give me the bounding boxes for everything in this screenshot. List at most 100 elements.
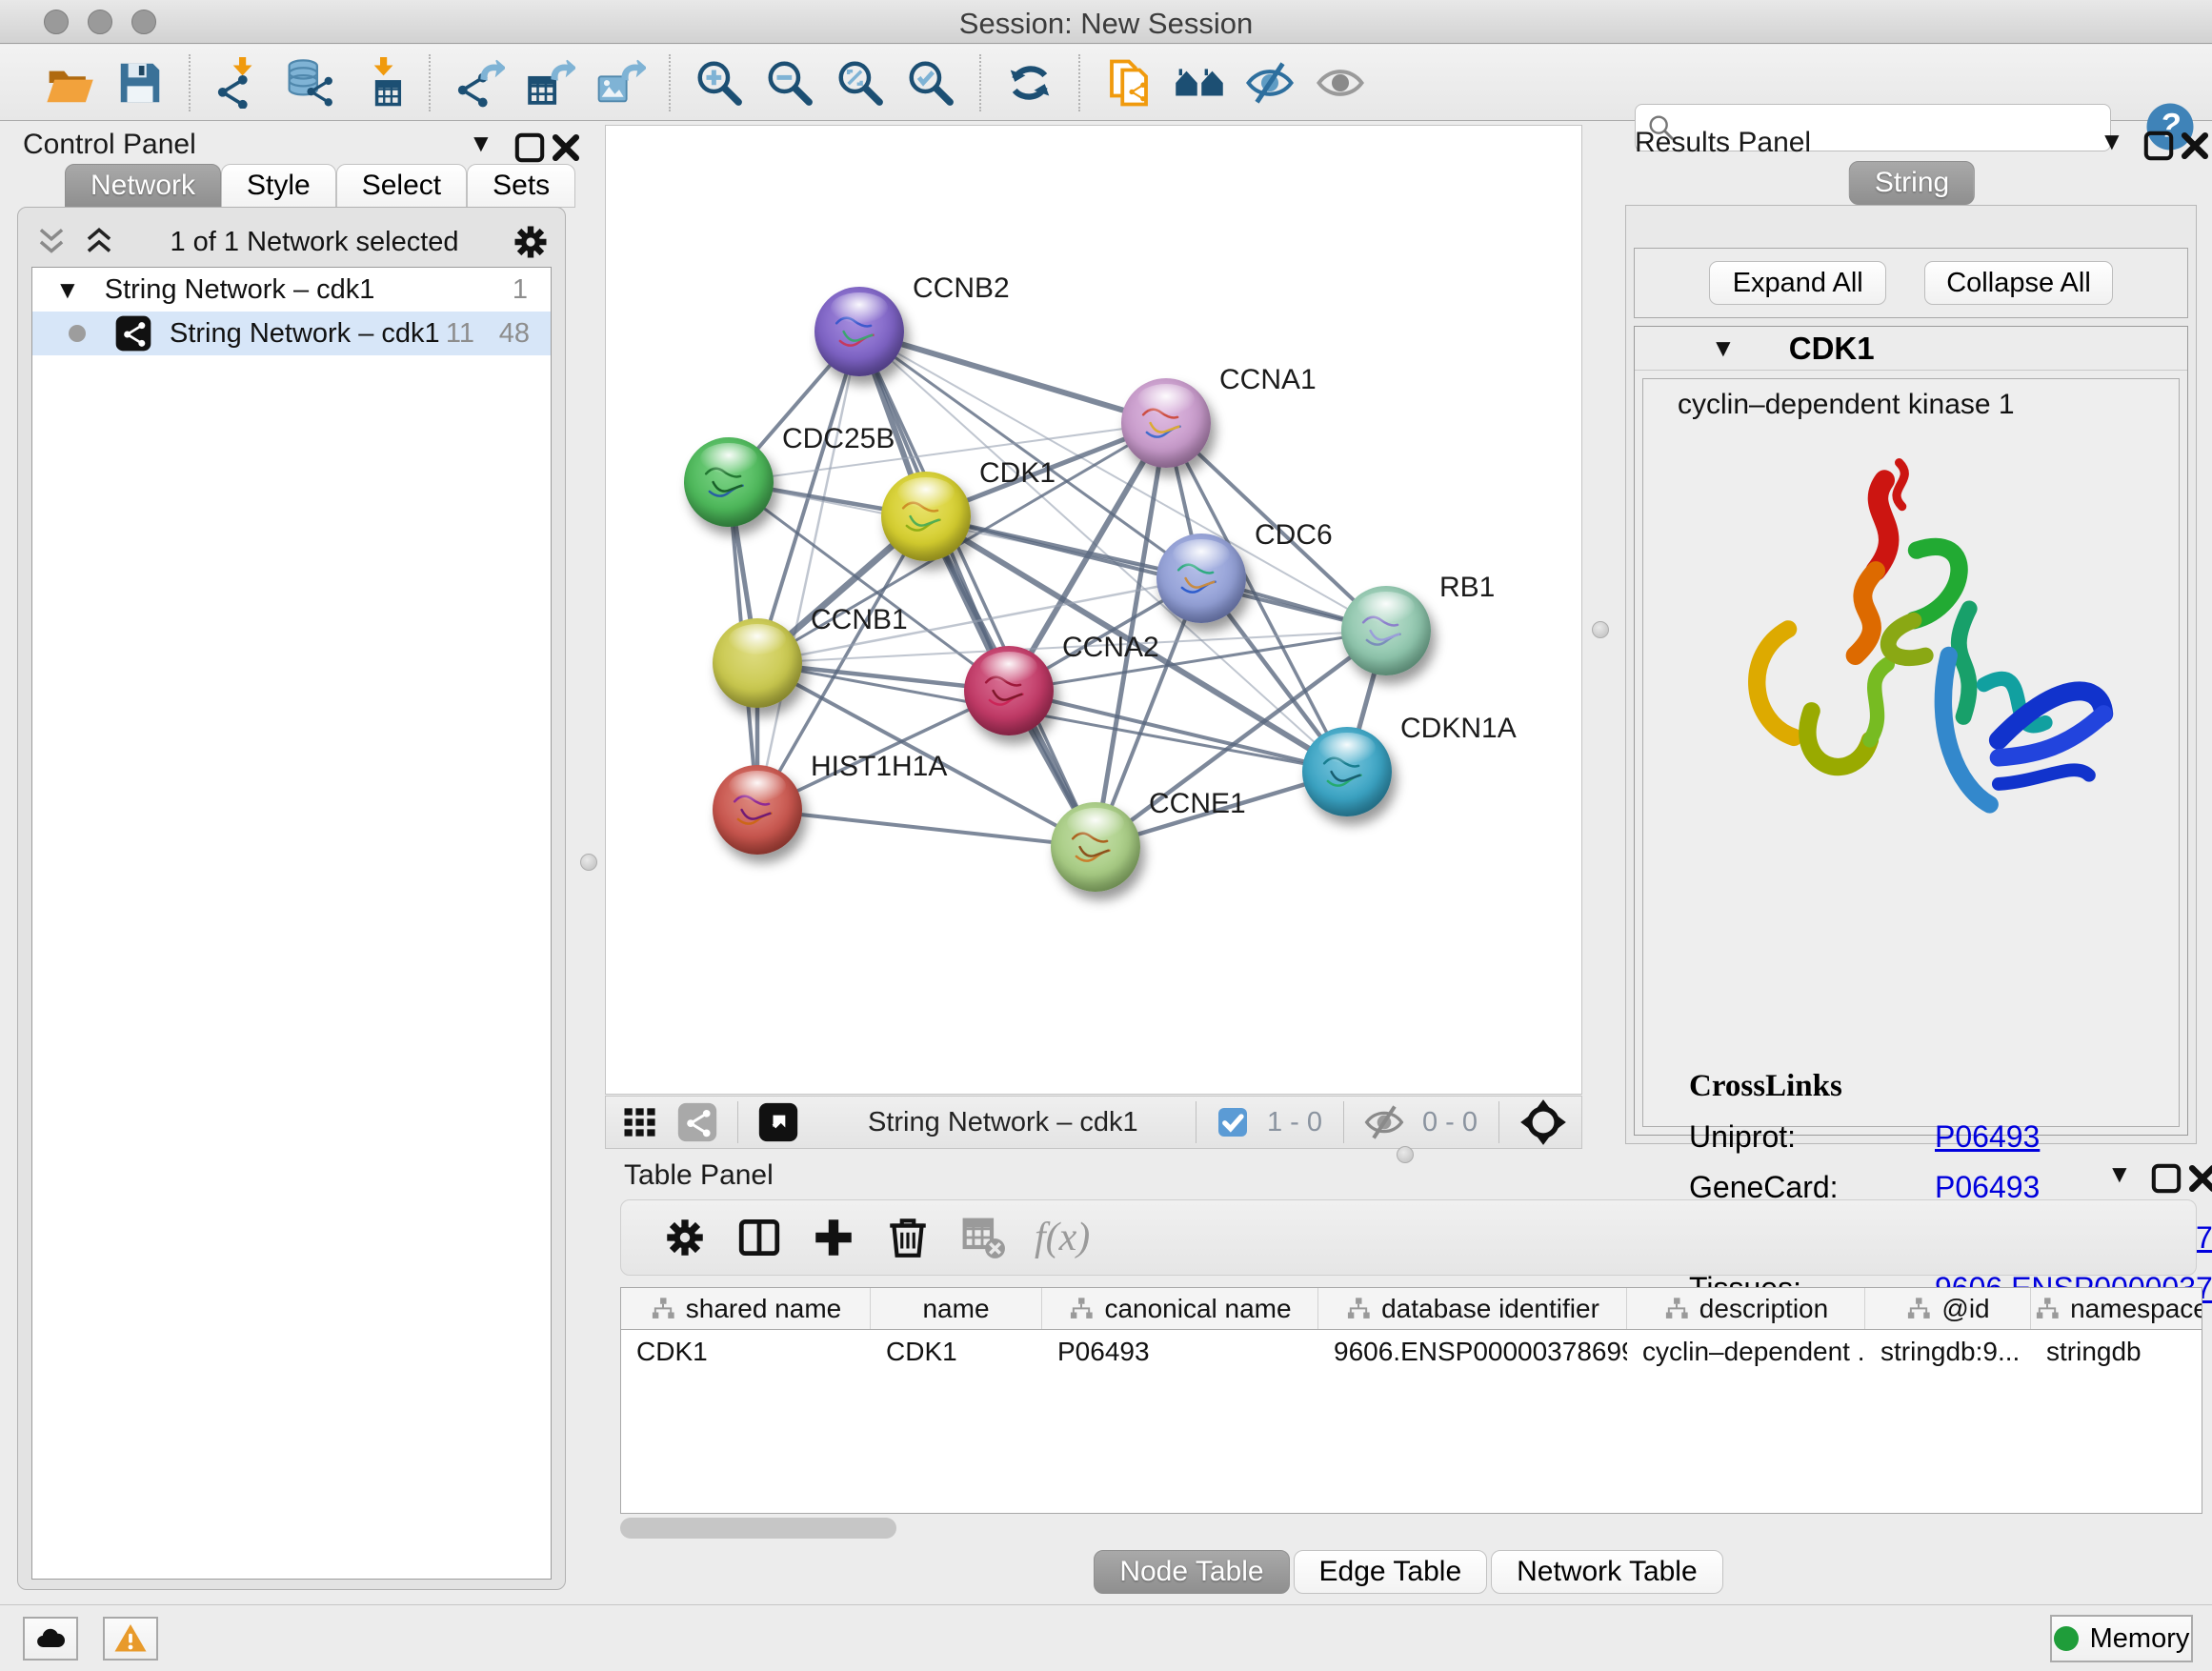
node-CCNE1[interactable] [1051, 802, 1140, 892]
delete-column-icon[interactable] [884, 1214, 932, 1261]
pan-crosshair-icon[interactable] [1518, 1097, 1568, 1147]
node-label-HIST1H1A: HIST1H1A [811, 751, 947, 783]
node-CCNB1[interactable] [713, 618, 802, 708]
tab-edge-table[interactable]: Edge Table [1294, 1550, 1488, 1594]
column-header-canonical-name[interactable]: canonical name [1042, 1288, 1318, 1329]
table-hscrollbar[interactable] [620, 1518, 896, 1539]
export-image-button[interactable] [591, 53, 650, 112]
show-columns-icon[interactable] [735, 1214, 783, 1261]
node-CDC6[interactable] [1156, 534, 1246, 623]
collapse-all-button[interactable]: Collapse All [1924, 261, 2113, 305]
export-table-icon [524, 57, 575, 109]
import-table-file-button[interactable] [351, 53, 410, 112]
memory-button[interactable]: Memory [2050, 1615, 2193, 1662]
table-cell[interactable]: stringdb [2031, 1337, 2202, 1367]
network-view-toolbar: String Network – cdk1 1 - 0 0 - 0 [605, 1096, 1582, 1149]
collapse-table-icon[interactable]: ▼ [2107, 1159, 2142, 1192]
tree-expander-icon[interactable]: ▼ [55, 275, 80, 305]
column-header-database-identifier[interactable]: database identifier [1318, 1288, 1627, 1329]
import-network-database-icon [284, 57, 335, 109]
node-RB1[interactable] [1341, 586, 1431, 675]
table-options-gear-icon[interactable] [661, 1214, 709, 1261]
col-tree-icon [650, 1296, 676, 1322]
column-header-name[interactable]: name [871, 1288, 1042, 1329]
expand-all-button[interactable]: Expand All [1709, 261, 1886, 305]
close-table-icon[interactable] [2185, 1161, 2212, 1194]
export-table-button[interactable] [520, 53, 579, 112]
hide-selected-button[interactable] [1240, 53, 1299, 112]
show-all-button[interactable] [1311, 53, 1370, 112]
hidden-eye-icon[interactable] [1363, 1101, 1405, 1143]
table-panel-title: Table Panel [624, 1159, 774, 1192]
save-session-button[interactable] [111, 53, 170, 112]
tab-sets[interactable]: Sets [467, 164, 575, 208]
table-cell[interactable]: CDK1 [621, 1337, 871, 1367]
column-header-shared-name[interactable]: shared name [621, 1288, 871, 1329]
node-CDKN1A[interactable] [1302, 727, 1392, 816]
left-splitter-grip[interactable] [580, 854, 597, 871]
zoom-selected-button[interactable] [901, 53, 960, 112]
network-selected-status: 1 of 1 Network selected [119, 227, 510, 258]
cloud-status-button[interactable] [23, 1617, 78, 1661]
column-header--id[interactable]: @id [1865, 1288, 2031, 1329]
open-session-button[interactable] [40, 53, 99, 112]
network-row[interactable]: String Network – cdk1 11 48 [32, 312, 551, 355]
selected-checkbox-icon[interactable] [1216, 1105, 1250, 1139]
export-network-button[interactable] [450, 53, 509, 112]
zoom-in-icon [694, 57, 745, 109]
tab-network[interactable]: Network [65, 164, 221, 208]
warning-icon [113, 1621, 148, 1656]
float-table-icon[interactable] [2149, 1161, 2183, 1194]
table-cell[interactable]: stringdb:9... [1865, 1337, 2031, 1367]
protein-card-header[interactable]: ▼ CDK1 [1635, 327, 2187, 371]
table-cell[interactable]: CDK1 [871, 1337, 1042, 1367]
birdseye-view-icon[interactable] [757, 1101, 799, 1143]
node-CCNA2[interactable] [964, 646, 1054, 735]
tab-network-table[interactable]: Network Table [1491, 1550, 1723, 1594]
node-HIST1H1A[interactable] [713, 765, 802, 855]
table-cell[interactable]: cyclin–dependent ... [1627, 1337, 1865, 1367]
toolbar-separator [429, 54, 431, 111]
close-results-icon[interactable] [2178, 129, 2212, 161]
close-panel-icon[interactable] [549, 131, 583, 163]
crosslink-link[interactable]: P06493 [1935, 1119, 2040, 1155]
grid-view-icon[interactable] [619, 1101, 661, 1143]
zoom-fit-button[interactable] [831, 53, 890, 112]
right-splitter-grip[interactable] [1592, 621, 1609, 638]
column-header-namespace[interactable]: namespace [2031, 1288, 2202, 1329]
export-network-icon [453, 57, 505, 109]
home-layout-button[interactable] [1170, 53, 1229, 112]
table-row[interactable]: CDK1CDK1P064939606.ENSP00000378699cyclin… [621, 1330, 2202, 1374]
expand-all-networks-icon[interactable] [79, 224, 119, 260]
tab-node-table[interactable]: Node Table [1094, 1550, 1289, 1594]
window-title: Session: New Session [0, 7, 2212, 41]
add-column-icon[interactable] [810, 1214, 857, 1261]
table-cell[interactable]: P06493 [1042, 1337, 1318, 1367]
float-results-icon[interactable] [2142, 129, 2176, 161]
tab-style[interactable]: Style [221, 164, 336, 208]
float-panel-icon[interactable] [513, 131, 547, 163]
network-collection-row[interactable]: ▼ String Network – cdk1 1 [32, 268, 551, 312]
node-CCNB2[interactable] [814, 287, 904, 376]
refresh-view-button[interactable] [1000, 53, 1059, 112]
import-network-database-button[interactable] [280, 53, 339, 112]
network-canvas[interactable]: CCNB2 CCNA1 CDC25B CDK1 CDC6 [605, 125, 1582, 1095]
crosslink-label: Uniprot: [1689, 1119, 1935, 1155]
tab-select[interactable]: Select [336, 164, 467, 208]
zoom-in-button[interactable] [690, 53, 749, 112]
collapse-results-icon[interactable]: ▼ [2100, 127, 2134, 159]
collapse-all-networks-icon[interactable] [31, 224, 71, 260]
column-header-description[interactable]: description [1627, 1288, 1865, 1329]
import-network-file-button[interactable] [210, 53, 269, 112]
protein-expander-icon[interactable]: ▼ [1711, 333, 1736, 363]
node-CCNA1[interactable] [1121, 378, 1211, 468]
copy-network-button[interactable] [1099, 53, 1158, 112]
zoom-out-button[interactable] [760, 53, 819, 112]
node-CDK1[interactable] [881, 472, 971, 561]
warnings-button[interactable] [103, 1617, 158, 1661]
node-CDC25B[interactable] [684, 437, 774, 527]
tab-string[interactable]: String [1849, 161, 1975, 205]
collapse-panel-icon[interactable]: ▼ [469, 129, 503, 161]
table-cell[interactable]: 9606.ENSP00000378699 [1318, 1337, 1627, 1367]
network-options-gear-icon[interactable] [510, 221, 552, 263]
